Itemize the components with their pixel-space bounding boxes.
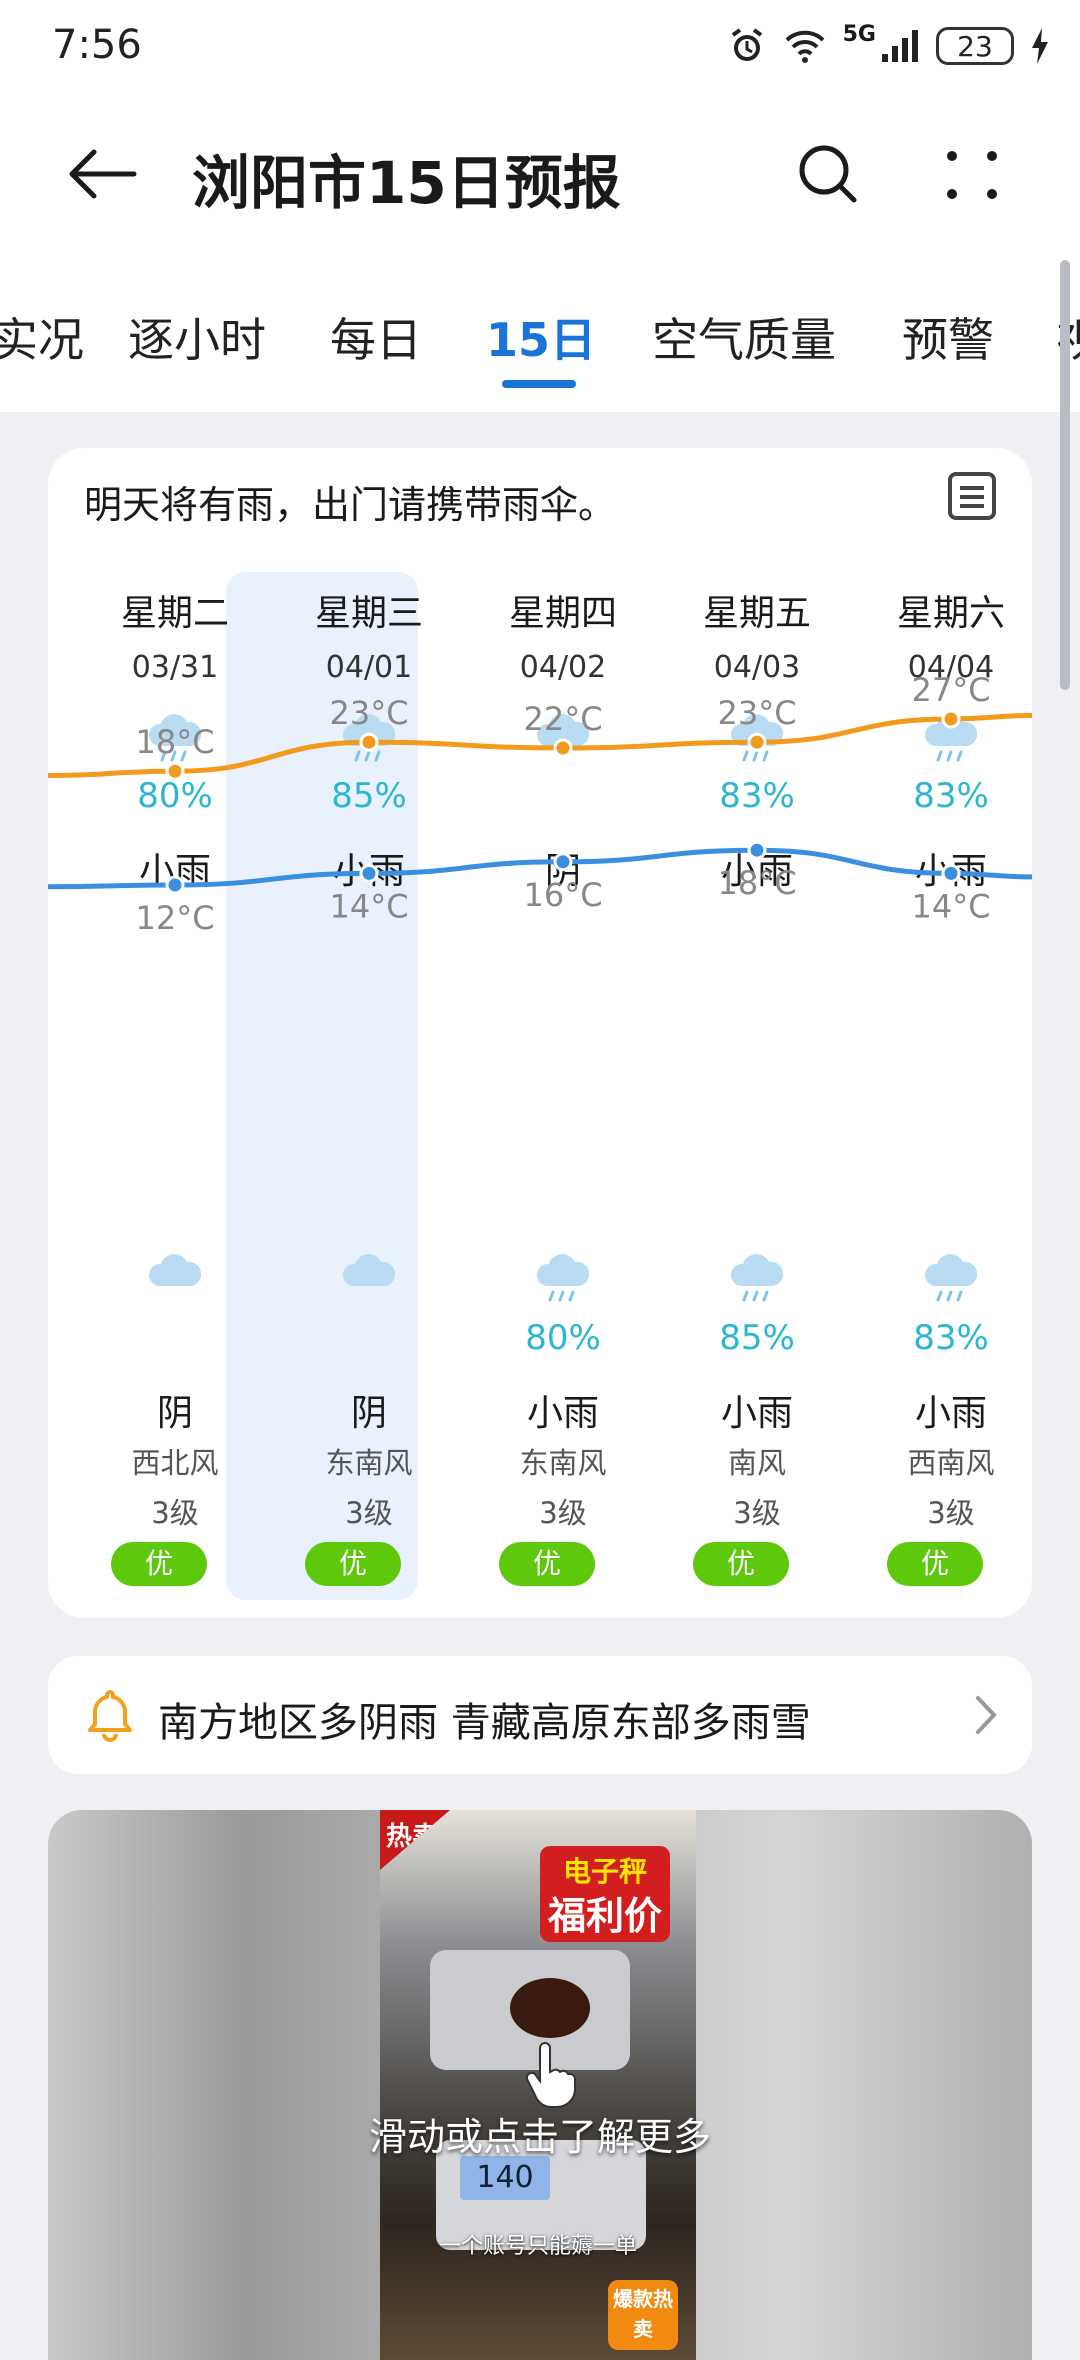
top-app-bar: 浏阳市15日预报 (0, 92, 1080, 252)
wifi-icon (785, 30, 825, 63)
high-temp-label: 27°C (911, 671, 990, 709)
ad-badge-top: 电子秤 (562, 1855, 647, 1888)
scrollbar[interactable] (1060, 260, 1070, 690)
signal-icon (882, 30, 918, 62)
news-headline: 南方地区多阴雨 青藏高原东部多雨雪 (158, 1700, 811, 1746)
low-temp-point (747, 840, 767, 860)
tab-15day[interactable]: 15日 (486, 304, 596, 370)
temperature-chart: 18°C 23°C 22°C 23°C 27°C 12°C 14°C 16°C 18°C 14°C (48, 671, 1032, 937)
chevron-right-icon (976, 1696, 997, 1734)
high-temp-label: 23°C (717, 694, 796, 732)
ad-overlay-text: 滑动或点击了解更多 (368, 2115, 711, 2159)
bell-icon (88, 1690, 132, 1742)
active-tab-indicator (502, 380, 576, 388)
high-temp-point (359, 732, 379, 752)
hand-pointer-icon (525, 2042, 576, 2108)
low-temp-label: 12°C (135, 899, 214, 937)
ad-badge-bottom: 福利价 (547, 1894, 662, 1938)
bowl-image (510, 1978, 590, 2038)
ad-badge: 电子秤 福利价 (540, 1846, 670, 1942)
search-icon[interactable] (786, 132, 870, 216)
low-temp-label: 18°C (717, 864, 796, 902)
tab-realtime[interactable]: 实况 (0, 304, 84, 370)
high-temp-label: 18°C (135, 723, 214, 761)
charging-icon (1032, 28, 1048, 64)
low-temp-label: 16°C (523, 876, 602, 914)
ad-hot-tag: 热卖 (380, 1810, 450, 1870)
back-arrow-icon[interactable] (60, 132, 144, 216)
ad-hot-badge: 爆款热卖 (608, 2280, 678, 2350)
status-time: 7:56 (52, 22, 142, 68)
tab-bar: 实况 逐小时 每日 15日 空气质量 预警 视 (0, 252, 1080, 412)
battery-indicator: 23 (936, 27, 1014, 65)
alarm-icon (731, 28, 762, 61)
scale-display: 140 (460, 2156, 550, 2200)
news-banner[interactable]: 南方地区多阴雨 青藏高原东部多雨雪 (48, 1656, 1032, 1774)
low-temp-point (359, 863, 379, 883)
low-temp-point (553, 852, 573, 872)
low-temp-label: 14°C (329, 887, 408, 925)
low-temp-label: 14°C (911, 887, 990, 925)
status-bar: 7:56 5G 23 (0, 0, 1080, 92)
ad-caption: 一个账号只能薅一单 (438, 2234, 637, 2259)
ad-card[interactable]: 热卖 电子秤 福利价 140 滑动或点击了解更多 一个账号只能薅一单 爆款热卖 (48, 1810, 1032, 2360)
low-temp-point (165, 875, 185, 895)
status-icons: 5G 23 (727, 22, 1050, 70)
high-temp-label: 23°C (329, 694, 408, 732)
page-title: 浏阳市15日预报 (192, 149, 621, 217)
tab-air-quality[interactable]: 空气质量 (652, 304, 836, 370)
tab-daily[interactable]: 每日 (330, 304, 422, 370)
high-temp-point (747, 732, 767, 752)
high-temp-label: 22°C (523, 700, 602, 738)
high-temp-point (165, 761, 185, 781)
high-temp-point (553, 738, 573, 758)
tab-hourly[interactable]: 逐小时 (128, 304, 266, 370)
high-temp-point (941, 709, 961, 729)
more-options-icon[interactable] (930, 132, 1014, 216)
forecast-card: 明天将有雨，出门请携带雨伞。 星期二 03/31 80% 小雨阴西北风 3级优星期三 04… (48, 448, 1032, 1618)
low-temp-point (941, 863, 961, 883)
network-type: 5G (842, 22, 876, 47)
tab-warning[interactable]: 预警 (902, 304, 994, 370)
